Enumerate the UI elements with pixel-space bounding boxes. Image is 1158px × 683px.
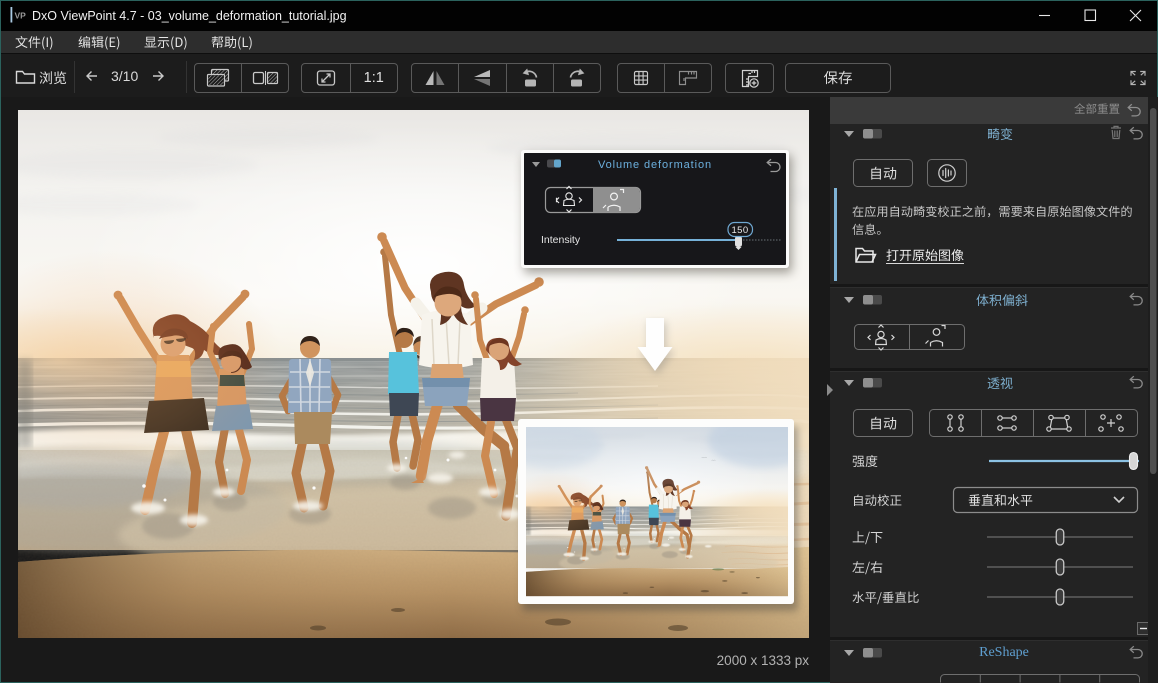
svg-text:VP: VP: [15, 11, 27, 21]
svg-text:3/10: 3/10: [111, 68, 138, 84]
svg-text:150: 150: [731, 225, 748, 236]
svg-text:Intensity: Intensity: [541, 234, 581, 246]
svg-text:ReShape: ReShape: [979, 645, 1029, 660]
svg-text:Volume deformation: Volume deformation: [598, 159, 712, 171]
